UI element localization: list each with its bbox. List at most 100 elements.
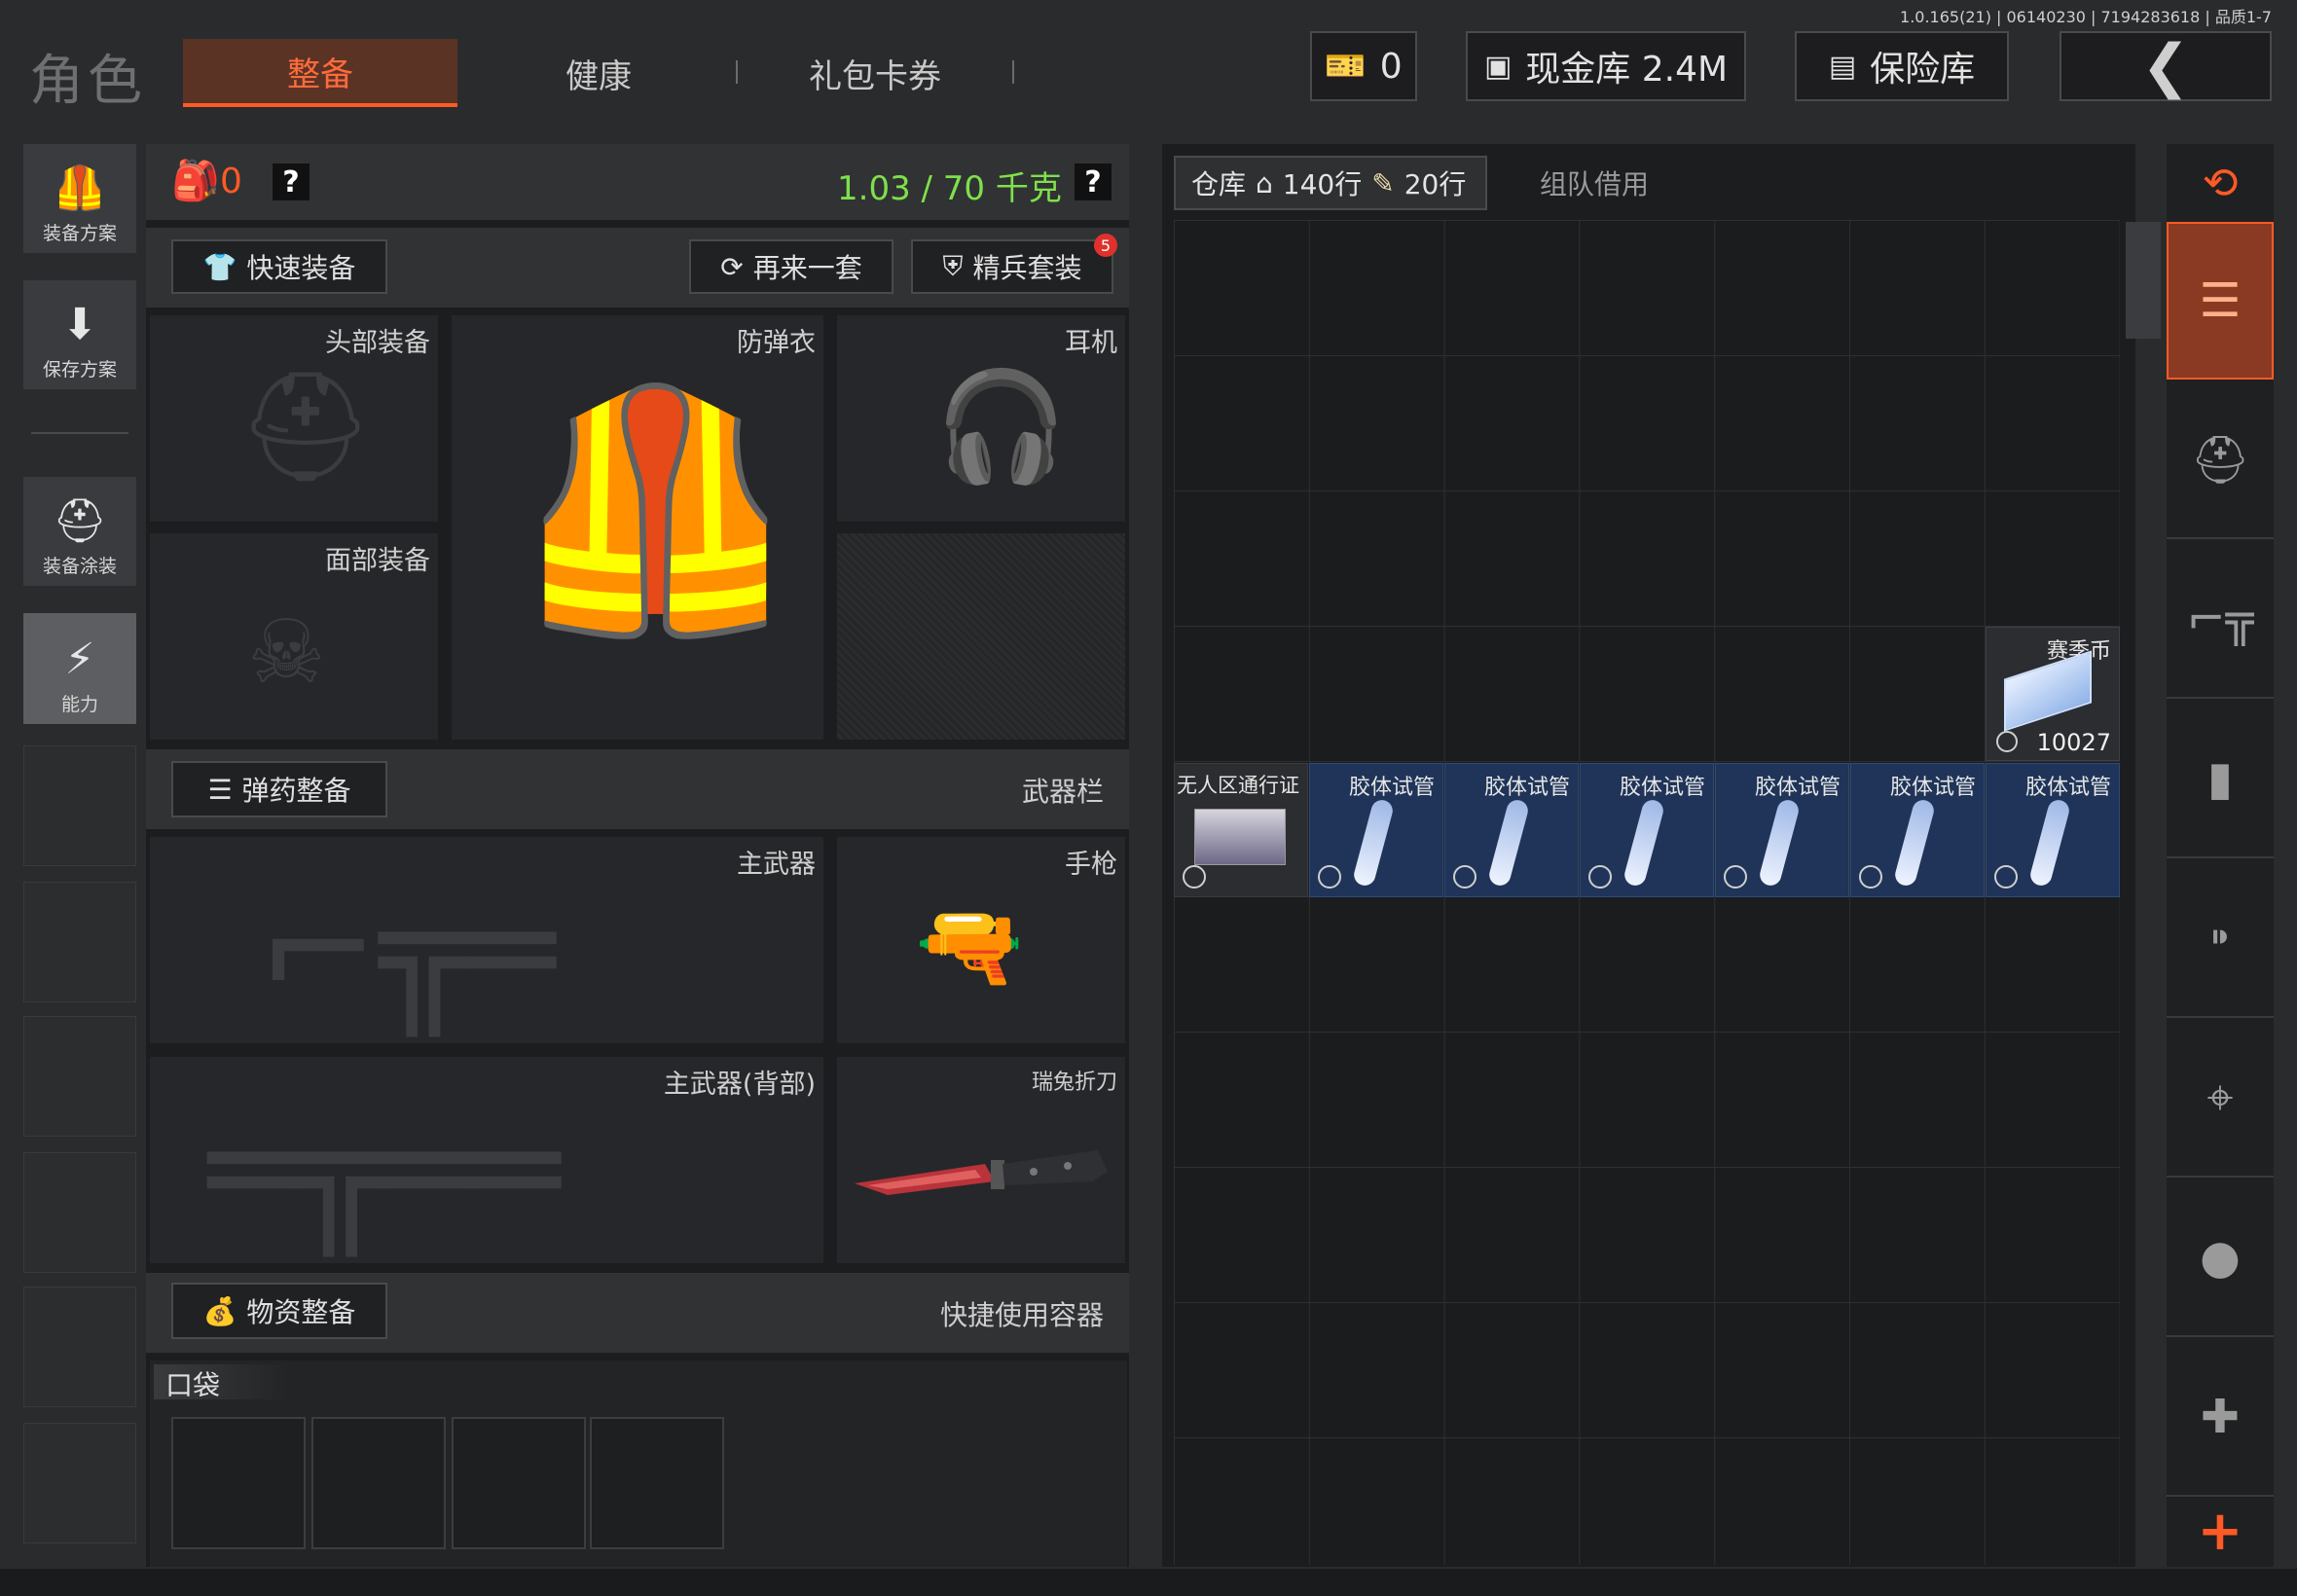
head-gear-slot[interactable]: 头部装备 ⛑ xyxy=(150,315,438,522)
cash-vault-button[interactable]: ▣ 现金库 2.4M xyxy=(1466,31,1746,101)
elite-set-button[interactable]: ⛨ 精兵套装 xyxy=(911,239,1113,294)
storage-item-tube[interactable]: 胶体试管 xyxy=(1850,763,1985,897)
medkit-icon: ✚ xyxy=(2200,1390,2241,1444)
again-set-button[interactable]: ⟳ 再来一套 xyxy=(689,239,893,294)
season-coin-item[interactable]: 赛季币 10027 xyxy=(1986,627,2120,761)
quick-equip-button[interactable]: 👕 快速装备 xyxy=(171,239,387,294)
headset-label: 耳机 xyxy=(1065,328,1117,358)
tab-divider xyxy=(1012,60,1014,84)
refresh-icon: ⟳ xyxy=(720,250,744,283)
storage-item-tube[interactable]: 胶体试管 xyxy=(1444,763,1579,897)
save-plan-label: 保存方案 xyxy=(42,359,117,381)
back-weapon-slot[interactable]: 主武器(背部) ═╦══ xyxy=(150,1057,823,1263)
pocket-label: 口袋 xyxy=(165,1369,221,1401)
season-coin-count: 10027 xyxy=(2036,729,2111,756)
loadout-plan-label: 装备方案 xyxy=(42,223,117,244)
rifle-icon: ⌐╦ xyxy=(2186,592,2254,646)
head-gear-label: 头部装备 xyxy=(325,328,430,358)
supply-equip-button[interactable]: 💰 物资整备 xyxy=(171,1283,387,1339)
storage-item-pass[interactable]: 无人区通行证 xyxy=(1174,763,1308,897)
pocket-slot[interactable] xyxy=(590,1417,724,1549)
primary-weapon-slot[interactable]: 主武器 ⌐╦═ xyxy=(150,837,823,1043)
rail-empty-slot xyxy=(23,745,136,866)
category-medical[interactable]: ✚ xyxy=(2167,1339,2274,1497)
weapon-bar-label: 武器栏 xyxy=(1021,776,1104,808)
pocket-slot[interactable] xyxy=(171,1417,306,1549)
safe-icon: ▤ xyxy=(1828,49,1857,84)
gear-skin-label: 装备涂装 xyxy=(42,556,117,577)
pocket-slot[interactable] xyxy=(311,1417,446,1549)
backpack-help-button[interactable]: ? xyxy=(273,163,310,200)
vest-icon: 🦺 xyxy=(53,163,107,213)
category-all[interactable]: ☰ xyxy=(2167,222,2274,380)
vault-icon: ▣ xyxy=(1483,49,1513,84)
shirt-icon: 👕 xyxy=(202,250,237,283)
rifle-silhouette-icon: ⌐╦═ xyxy=(257,866,556,1035)
test-tube-icon xyxy=(2027,797,2072,889)
storage-item-tube[interactable]: 胶体试管 xyxy=(1715,763,1849,897)
tab-health[interactable]: 健康 xyxy=(461,39,736,107)
currency-value: 0 xyxy=(1379,46,1403,87)
body-armor-slot[interactable]: 防弹衣 🦺 xyxy=(452,315,823,740)
add-category-button[interactable]: + xyxy=(2167,1497,2274,1565)
layers-refresh-icon[interactable]: ⟲ xyxy=(2167,152,2274,214)
category-rifle[interactable]: ⌐╦ xyxy=(2167,541,2274,699)
category-ammo[interactable]: ⁍ xyxy=(2167,860,2274,1018)
rail-empty-slot xyxy=(23,882,136,1002)
tab-gift-cards[interactable]: 礼包卡券 xyxy=(738,39,1012,107)
scrollbar-thumb[interactable] xyxy=(2126,222,2161,339)
bullet-icon: ⁍ xyxy=(2208,911,2232,965)
gas-mask-icon: ☠ xyxy=(247,601,326,704)
back-button[interactable]: ❮ xyxy=(2060,31,2272,101)
elite-set-badge: 5 xyxy=(1094,234,1117,257)
bottom-strip xyxy=(0,1569,2297,1596)
category-helmet[interactable]: ⛑ xyxy=(2167,381,2274,539)
clock-icon xyxy=(1724,865,1747,889)
knife-slot[interactable]: 瑞兔折刀 xyxy=(837,1057,1125,1263)
test-tube-icon xyxy=(1892,797,1937,889)
ammo-equip-label: 弹药整备 xyxy=(241,775,351,807)
pocket-slot[interactable] xyxy=(452,1417,586,1549)
warehouse-tab[interactable]: 仓库 ⌂ 140行 ✎ 20行 xyxy=(1174,156,1487,210)
weight-help-button[interactable]: ? xyxy=(1075,163,1112,200)
locked-slot xyxy=(837,533,1125,740)
test-tube-icon xyxy=(1622,797,1666,889)
rows-home: 140行 xyxy=(1282,168,1363,200)
ability-button[interactable]: ⚡ 能力 xyxy=(23,613,136,724)
helmet-icon: ⛑ xyxy=(237,364,374,489)
gear-skin-button[interactable]: ⛑ 装备涂装 xyxy=(23,477,136,586)
category-grenade[interactable]: ● xyxy=(2167,1179,2274,1337)
item-name: 胶体试管 xyxy=(1348,776,1435,800)
clock-icon xyxy=(1588,865,1612,889)
ticket-icon: 🎫 xyxy=(1325,47,1367,86)
face-gear-slot[interactable]: 面部装备 ☠ xyxy=(150,533,438,740)
currency-display[interactable]: 🎫 0 xyxy=(1310,31,1417,101)
back-weapon-label: 主武器(背部) xyxy=(663,1070,816,1100)
plus-icon: + xyxy=(2197,1499,2243,1563)
ammo-equip-button[interactable]: ☰ 弹药整备 xyxy=(171,761,387,817)
team-borrow-tab[interactable]: 组队借用 xyxy=(1491,156,1697,210)
category-attachment[interactable]: ⌖ xyxy=(2167,1020,2274,1178)
lock-coin-icon xyxy=(1996,731,2018,752)
storage-item-tube[interactable]: 胶体试管 xyxy=(1580,763,1714,897)
chevron-left-icon: ❮ xyxy=(2140,32,2191,100)
elite-set-label: 精兵套装 xyxy=(972,252,1082,284)
category-magazine[interactable]: ▮ xyxy=(2167,701,2274,858)
storage-item-tube[interactable]: 胶体试管 xyxy=(1986,763,2120,897)
supply-bag-icon: 💰 xyxy=(202,1294,237,1327)
face-gear-label: 面部装备 xyxy=(325,546,430,576)
quick-container-label: 快捷使用容器 xyxy=(939,1299,1104,1331)
loadout-plan-button[interactable]: 🦺 装备方案 xyxy=(23,144,136,253)
save-plan-button[interactable]: ⬇ 保存方案 xyxy=(23,280,136,389)
safe-label: 保险库 xyxy=(1870,50,1976,90)
item-name: 胶体试管 xyxy=(1889,776,1976,800)
test-tube-icon xyxy=(1351,797,1396,889)
storage-item-tube[interactable]: 胶体试管 xyxy=(1309,763,1443,897)
item-name: 胶体试管 xyxy=(1483,776,1570,800)
safe-vault-button[interactable]: ▤ 保险库 xyxy=(1795,31,2009,101)
weight-display: 1.03 / 70 千克 xyxy=(837,169,1062,208)
pistol-slot[interactable]: 手枪 🔫 xyxy=(837,837,1125,1043)
tab-gear[interactable]: 整备 xyxy=(183,39,457,107)
test-tube-icon xyxy=(1486,797,1531,889)
headset-slot[interactable]: 耳机 🎧 xyxy=(837,315,1125,522)
